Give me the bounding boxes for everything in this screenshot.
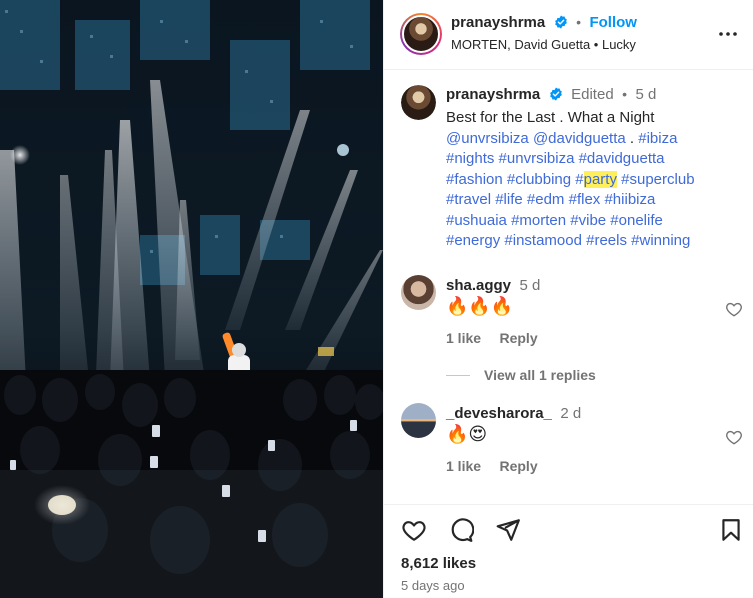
hashtag-link[interactable]: #fashion	[446, 171, 503, 188]
caption-author-avatar[interactable]	[401, 85, 436, 120]
caption-body: Best for the Last . What a Night	[446, 109, 655, 126]
hashtag-link[interactable]: #superclub	[621, 171, 694, 188]
heart-icon[interactable]	[725, 300, 743, 318]
follow-button[interactable]: Follow	[589, 14, 637, 31]
heart-icon[interactable]	[725, 428, 743, 446]
mention-link[interactable]: @davidguetta	[533, 130, 626, 147]
hashtag-link[interactable]: #morten	[511, 212, 566, 229]
hashtag-link-highlighted[interactable]: #party	[575, 170, 617, 188]
view-replies-button[interactable]: View all 1 replies	[446, 367, 596, 383]
hashtag-link[interactable]: #reels	[586, 232, 627, 249]
post-actions: 8,612 likes 5 days ago	[384, 504, 753, 598]
author-avatar[interactable]	[400, 13, 442, 55]
verified-icon	[554, 15, 567, 29]
edited-label: Edited	[571, 86, 614, 103]
author-username[interactable]: pranayshrma	[451, 14, 545, 31]
comment-icon[interactable]	[448, 517, 474, 543]
replies-divider	[446, 374, 470, 376]
comment-text: 🔥😍	[446, 424, 488, 445]
commenter-username[interactable]: _devesharora_	[446, 405, 552, 422]
commenter-avatar[interactable]	[401, 403, 436, 438]
hashtag-link[interactable]: #ushuaia	[446, 212, 507, 229]
comment-age: 5 d	[519, 277, 541, 294]
hashtag-link[interactable]: #energy	[446, 232, 500, 249]
hashtag-link[interactable]: #life	[495, 191, 523, 208]
hashtag-link[interactable]: #edm	[527, 191, 565, 208]
comment-likes[interactable]: 1 like	[446, 330, 481, 346]
more-icon[interactable]	[716, 22, 740, 46]
hashtag-link[interactable]: #flex	[569, 191, 601, 208]
hashtag-link[interactable]: #vibe	[570, 212, 606, 229]
hashtag-link[interactable]: #travel	[446, 191, 491, 208]
hashtag-link[interactable]: #davidguetta	[579, 150, 665, 167]
audio-label[interactable]: MORTEN, David Guetta • Lucky	[451, 37, 636, 52]
bookmark-icon[interactable]	[718, 517, 744, 543]
hashtag-link[interactable]: #onelife	[610, 212, 663, 229]
hashtag-link[interactable]: #ibiza	[638, 130, 677, 147]
caption-author-username[interactable]: pranayshrma	[446, 86, 540, 103]
comment-likes[interactable]: 1 like	[446, 458, 481, 474]
hashtag-link[interactable]: #nights	[446, 150, 494, 167]
reply-button[interactable]: Reply	[499, 458, 537, 474]
caption-age: 5 d	[635, 86, 657, 103]
mention-link[interactable]: @unvrsibiza	[446, 130, 529, 147]
caption-separator: .	[629, 129, 635, 147]
comment-age: 2 d	[560, 405, 582, 422]
view-replies-label: View all 1 replies	[484, 367, 596, 383]
concert-video-frame	[0, 0, 383, 598]
commenter-avatar[interactable]	[401, 275, 436, 310]
commenter-username[interactable]: sha.aggy	[446, 277, 511, 294]
share-icon[interactable]	[495, 517, 521, 543]
hashtag-link[interactable]: #instamood	[504, 232, 582, 249]
post-details-panel: pranayshrma • Follow MORTEN, David Guett…	[383, 0, 753, 598]
hashtag-link[interactable]: #unvrsibiza	[499, 150, 575, 167]
separator-dot: •	[576, 14, 582, 30]
hashtag-link[interactable]: #clubbing	[507, 171, 571, 188]
caption-text: Best for the Last . What a Night @unvrsi…	[446, 108, 746, 252]
post-header: pranayshrma • Follow MORTEN, David Guett…	[384, 0, 753, 70]
likes-count[interactable]: 8,612 likes	[401, 555, 476, 572]
post-media[interactable]	[0, 0, 383, 598]
hashtag-link[interactable]: #hiibiza	[604, 191, 655, 208]
separator-dot: •	[622, 86, 628, 102]
reply-button[interactable]: Reply	[499, 330, 537, 346]
verified-icon	[549, 87, 562, 101]
heart-icon[interactable]	[401, 517, 427, 543]
comment-text: 🔥🔥🔥	[446, 296, 514, 317]
posted-time: 5 days ago	[401, 578, 465, 593]
hashtag-link[interactable]: #winning	[631, 232, 690, 249]
